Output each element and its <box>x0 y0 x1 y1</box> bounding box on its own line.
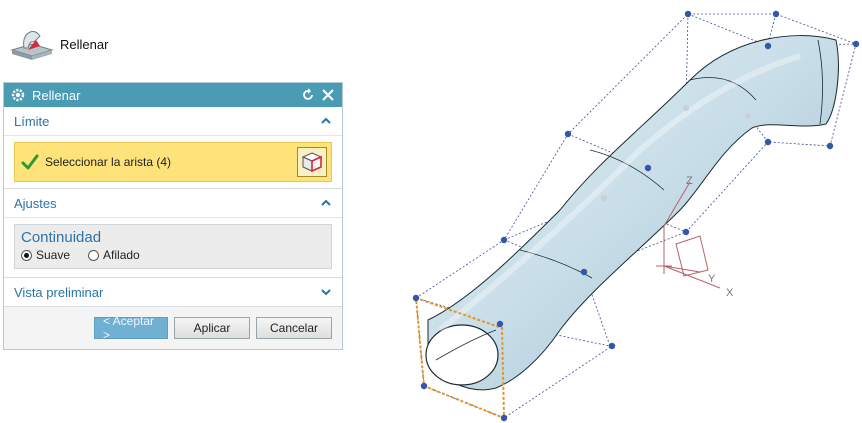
chevron-up-icon[interactable] <box>320 197 332 209</box>
cancel-button[interactable]: Cancelar <box>256 317 332 339</box>
ok-button[interactable]: < Aceptar > <box>94 314 168 342</box>
axis-label-y: Y <box>708 273 716 285</box>
section-ajustes: Ajustes Continuidad Suave Afilado <box>4 189 342 278</box>
edge-selection-row[interactable]: Seleccionar la arista (4) <box>14 142 332 182</box>
control-point <box>682 228 690 236</box>
section-preview: Vista preliminar <box>4 278 342 307</box>
control-point <box>764 42 772 50</box>
continuidad-title: Continuidad <box>21 229 102 246</box>
dialog-title: Rellenar <box>32 87 81 103</box>
radio-suave[interactable]: Suave <box>21 248 70 262</box>
control-point <box>500 236 508 244</box>
control-point <box>420 382 428 390</box>
gear-icon <box>11 88 25 102</box>
cube-select-icon <box>301 152 323 173</box>
chevron-down-icon[interactable] <box>320 286 332 298</box>
control-point <box>564 130 572 138</box>
continuidad-group: Continuidad Suave Afilado <box>14 224 332 269</box>
radio-suave-button[interactable] <box>21 249 32 261</box>
fill-surface-tube <box>425 35 839 391</box>
control-point <box>684 10 692 18</box>
rellenar-dialog: Rellenar Límite Seleccionar la arista (4… <box>3 82 343 350</box>
hidden-control-point <box>745 113 751 119</box>
continuidad-options: Suave Afilado <box>21 248 325 262</box>
control-point <box>580 268 588 276</box>
section-preview-header[interactable]: Vista preliminar <box>4 278 342 306</box>
dialog-buttons: < Aceptar > Aplicar Cancelar <box>4 307 342 342</box>
axis-label-x: X <box>726 287 734 299</box>
section-limite-header[interactable]: Límite <box>4 107 342 136</box>
control-point <box>764 138 772 146</box>
axis-label-z: Z <box>686 175 693 187</box>
control-point <box>644 164 652 172</box>
checkmark-icon <box>21 154 39 170</box>
radio-afilado-button[interactable] <box>88 249 100 261</box>
fill-surface-icon <box>10 31 54 60</box>
section-limite: Límite Seleccionar la arista (4) <box>4 107 342 189</box>
radio-suave-label: Suave <box>36 248 71 262</box>
dialog-titlebar: Rellenar <box>4 83 342 107</box>
section-ajustes-header[interactable]: Ajustes <box>4 189 342 218</box>
apply-button[interactable]: Aplicar <box>174 317 250 339</box>
control-point <box>412 294 420 302</box>
section-ajustes-title: Ajustes <box>14 195 57 211</box>
control-point <box>826 142 834 150</box>
hidden-control-point <box>601 195 607 201</box>
control-point <box>772 10 780 18</box>
command-header: Rellenar <box>10 26 108 62</box>
chevron-up-icon[interactable] <box>320 115 332 127</box>
command-label: Rellenar <box>60 36 109 52</box>
section-preview-title: Vista preliminar <box>14 284 104 300</box>
reset-icon[interactable] <box>300 87 316 103</box>
control-point <box>608 342 616 350</box>
graphics-viewport[interactable]: Z Y X <box>396 0 862 423</box>
control-point <box>500 414 508 422</box>
section-limite-title: Límite <box>14 113 50 129</box>
hidden-control-point <box>683 105 689 111</box>
control-point <box>496 320 504 328</box>
radio-afilado[interactable]: Afilado <box>88 248 140 262</box>
edge-selection-label: Seleccionar la arista (4) <box>45 155 172 169</box>
close-icon[interactable] <box>320 87 336 103</box>
control-point <box>852 40 860 48</box>
radio-afilado-label: Afilado <box>103 248 140 262</box>
cube-select-button[interactable] <box>297 147 327 177</box>
